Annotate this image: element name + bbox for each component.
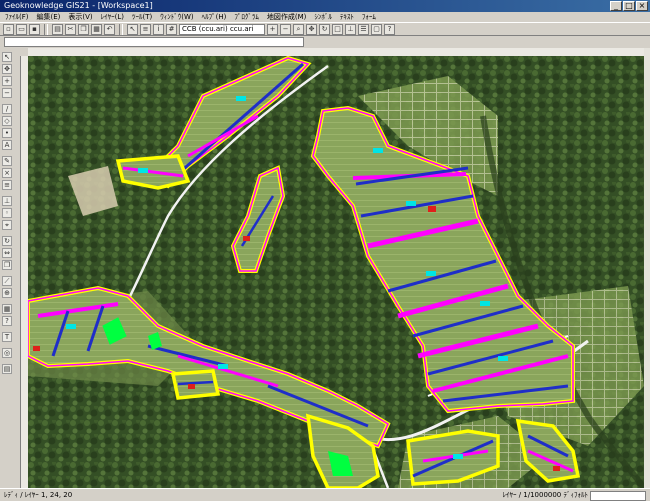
grid-icon[interactable]: #: [166, 23, 177, 35]
app-window: Geoknowledge GIS21 - [Workspace1] _ □ × …: [0, 0, 650, 501]
fit-icon[interactable]: □: [332, 23, 343, 35]
status-left: ﾚﾃﾞｨ / ﾚｲﾔｰ 1, 24, 20: [4, 491, 73, 499]
pan-icon[interactable]: ✥: [306, 23, 317, 35]
menu-form[interactable]: ﾌｫｰﾑ: [360, 12, 378, 22]
query-icon[interactable]: ?: [2, 316, 12, 326]
layer-combo[interactable]: CCB (ccu.ari) ccu.ari: [179, 23, 265, 35]
delete-icon[interactable]: ×: [2, 168, 12, 178]
layer-icon[interactable]: ≡: [140, 23, 151, 35]
parcel-label: [498, 356, 508, 361]
parcel-label: [453, 454, 463, 459]
buffer-icon[interactable]: ◎: [2, 348, 12, 358]
menu-text[interactable]: ﾃｷｽﾄ: [338, 12, 356, 22]
layer-icon[interactable]: ≡: [2, 180, 12, 190]
measure-icon[interactable]: ⊥: [345, 23, 356, 35]
undo-icon[interactable]: ↶: [104, 23, 115, 35]
pan-icon[interactable]: ✥: [2, 64, 12, 74]
menu-window[interactable]: ｳｨﾝﾄﾞｳ(W): [158, 12, 195, 22]
rotate-icon[interactable]: ↻: [2, 236, 12, 246]
merge-icon[interactable]: ⊕: [2, 288, 12, 298]
command-input[interactable]: [4, 37, 304, 47]
node-icon[interactable]: ◦: [2, 208, 12, 218]
parcel-label: [138, 168, 148, 173]
cut-icon[interactable]: ✂: [65, 23, 76, 35]
parcel-label: [66, 324, 76, 329]
parcel-marker: [553, 466, 560, 471]
print-icon[interactable]: ▤: [2, 364, 12, 374]
main-toolbar: ▫ ▭ ▪ ▤ ✂ ❐ ▦ ↶ ↖ ≡ i # CCB (ccu.ari) cc…: [0, 22, 650, 36]
menu-edit[interactable]: 編集(E): [35, 12, 63, 22]
map-view[interactable]: [28, 56, 644, 488]
text-icon[interactable]: A: [2, 140, 12, 150]
toolbar-separator: [119, 23, 123, 35]
edit-icon[interactable]: ✎: [2, 156, 12, 166]
menu-help[interactable]: ﾍﾙﾌﾟ(H): [200, 12, 229, 22]
copy-icon[interactable]: ❐: [78, 23, 89, 35]
parcel-label: [373, 148, 383, 153]
toolbar-separator: [44, 23, 48, 35]
label-icon[interactable]: T: [2, 332, 12, 342]
snap-icon[interactable]: ⌖: [2, 220, 12, 230]
zoom-in-icon[interactable]: +: [267, 23, 278, 35]
line-icon[interactable]: /: [2, 104, 12, 114]
aerial-map[interactable]: [28, 56, 644, 488]
table-icon[interactable]: ▦: [2, 304, 12, 314]
save-icon[interactable]: ▪: [29, 23, 40, 35]
parcel-label: [426, 271, 436, 276]
parcel-marker: [428, 206, 436, 212]
zoom-in-icon[interactable]: +: [2, 76, 12, 86]
parcel-marker: [188, 384, 195, 389]
list-icon[interactable]: ☰: [358, 23, 369, 35]
minimize-button[interactable]: _: [610, 1, 622, 11]
title-bar: Geoknowledge GIS21 - [Workspace1] _ □ ×: [0, 0, 650, 12]
refresh-icon[interactable]: ↻: [319, 23, 330, 35]
menu-map[interactable]: 地図作成(M): [265, 12, 309, 22]
measure-icon[interactable]: ⊥: [2, 196, 12, 206]
parcel-label: [236, 96, 246, 101]
parcel-label: [218, 364, 228, 369]
window-title: Geoknowledge GIS21 - [Workspace1]: [4, 1, 153, 10]
menu-bar: ﾌｧｲﾙ(F) 編集(E) 表示(V) ﾚｲﾔｰ(L) ﾂｰﾙ(T) ｳｨﾝﾄﾞ…: [0, 12, 650, 22]
copy-icon[interactable]: ❐: [2, 260, 12, 270]
zoom-out-icon[interactable]: −: [280, 23, 291, 35]
command-bar: [0, 36, 650, 48]
move-icon[interactable]: ⇔: [2, 248, 12, 258]
vertical-scrollbar[interactable]: [644, 48, 650, 488]
menu-tools[interactable]: ﾂｰﾙ(T): [130, 12, 154, 22]
parcel-marker: [33, 346, 40, 351]
new-icon[interactable]: ▫: [3, 23, 14, 35]
menu-symbol[interactable]: ｼﾝﾎﾞﾙ: [312, 12, 334, 22]
help-icon[interactable]: ?: [384, 23, 395, 35]
status-bar: ﾚﾃﾞｨ / ﾚｲﾔｰ 1, 24, 20 ﾚｲﾔｰ / 1/1000000 ﾃ…: [0, 488, 650, 501]
print-icon[interactable]: ▤: [52, 23, 63, 35]
split-icon[interactable]: ⟋: [2, 276, 12, 286]
arrow-icon[interactable]: ↖: [2, 52, 12, 62]
parcel-label: [406, 201, 416, 206]
window-icon[interactable]: ▢: [371, 23, 382, 35]
menu-view[interactable]: 表示(V): [66, 12, 94, 22]
status-right: ﾚｲﾔｰ / 1/1000000 ﾃﾞｨﾌｫﾙﾄ: [502, 491, 588, 499]
search-icon[interactable]: ⌕: [293, 23, 304, 35]
menu-layer[interactable]: ﾚｲﾔｰ(L): [99, 12, 126, 22]
zoom-out-icon[interactable]: −: [2, 88, 12, 98]
polygon-icon[interactable]: ◇: [2, 116, 12, 126]
select-icon[interactable]: ↖: [127, 23, 138, 35]
menu-file[interactable]: ﾌｧｲﾙ(F): [3, 12, 31, 22]
maximize-button[interactable]: □: [623, 1, 635, 11]
parcel-marker: [243, 236, 250, 241]
info-icon[interactable]: i: [153, 23, 164, 35]
paste-icon[interactable]: ▦: [91, 23, 102, 35]
menu-program[interactable]: ﾌﾟﾛｸﾞﾗﾑ: [232, 12, 261, 22]
point-icon[interactable]: •: [2, 128, 12, 138]
parcel-label: [480, 301, 490, 306]
close-button[interactable]: ×: [636, 1, 648, 11]
open-icon[interactable]: ▭: [16, 23, 27, 35]
window-controls: _ □ ×: [610, 1, 648, 11]
